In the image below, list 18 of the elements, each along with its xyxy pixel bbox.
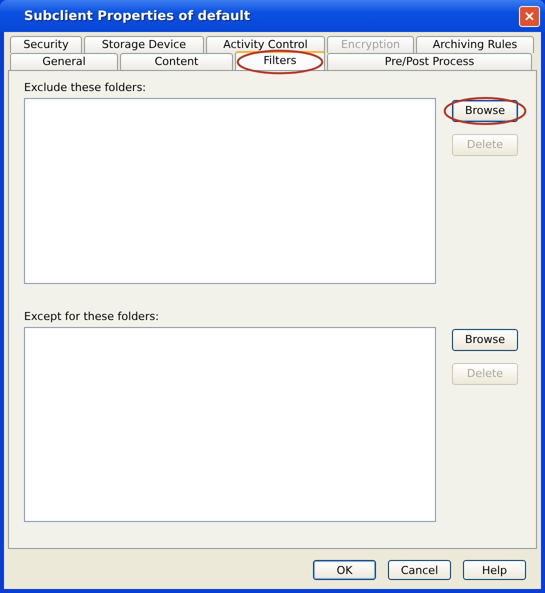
dialog-button[interactable]: Cancel xyxy=(388,560,451,580)
section-label: Except for these folders: xyxy=(24,310,159,324)
section-label: Exclude these folders: xyxy=(24,81,146,94)
list-button[interactable]: Browse xyxy=(452,100,518,122)
dialog-button[interactable]: OK xyxy=(313,560,376,580)
list-button[interactable]: Browse xyxy=(452,328,518,351)
tab[interactable]: Storage Device xyxy=(84,36,204,53)
folder-list[interactable] xyxy=(24,326,436,522)
tab[interactable]: Security xyxy=(10,36,82,53)
tab[interactable]: Archiving Rules xyxy=(416,36,534,53)
close-button[interactable]: ✕ xyxy=(519,6,540,26)
folder-list[interactable] xyxy=(24,98,436,284)
tab[interactable]: General xyxy=(10,53,118,70)
tab[interactable]: Pre/Post Process xyxy=(327,53,532,70)
dialog-button[interactable]: Help xyxy=(463,560,526,580)
window-title: Subclient Properties of default xyxy=(24,8,250,24)
tab[interactable]: Content xyxy=(120,53,233,70)
tab[interactable]: Activity Control xyxy=(206,36,325,53)
